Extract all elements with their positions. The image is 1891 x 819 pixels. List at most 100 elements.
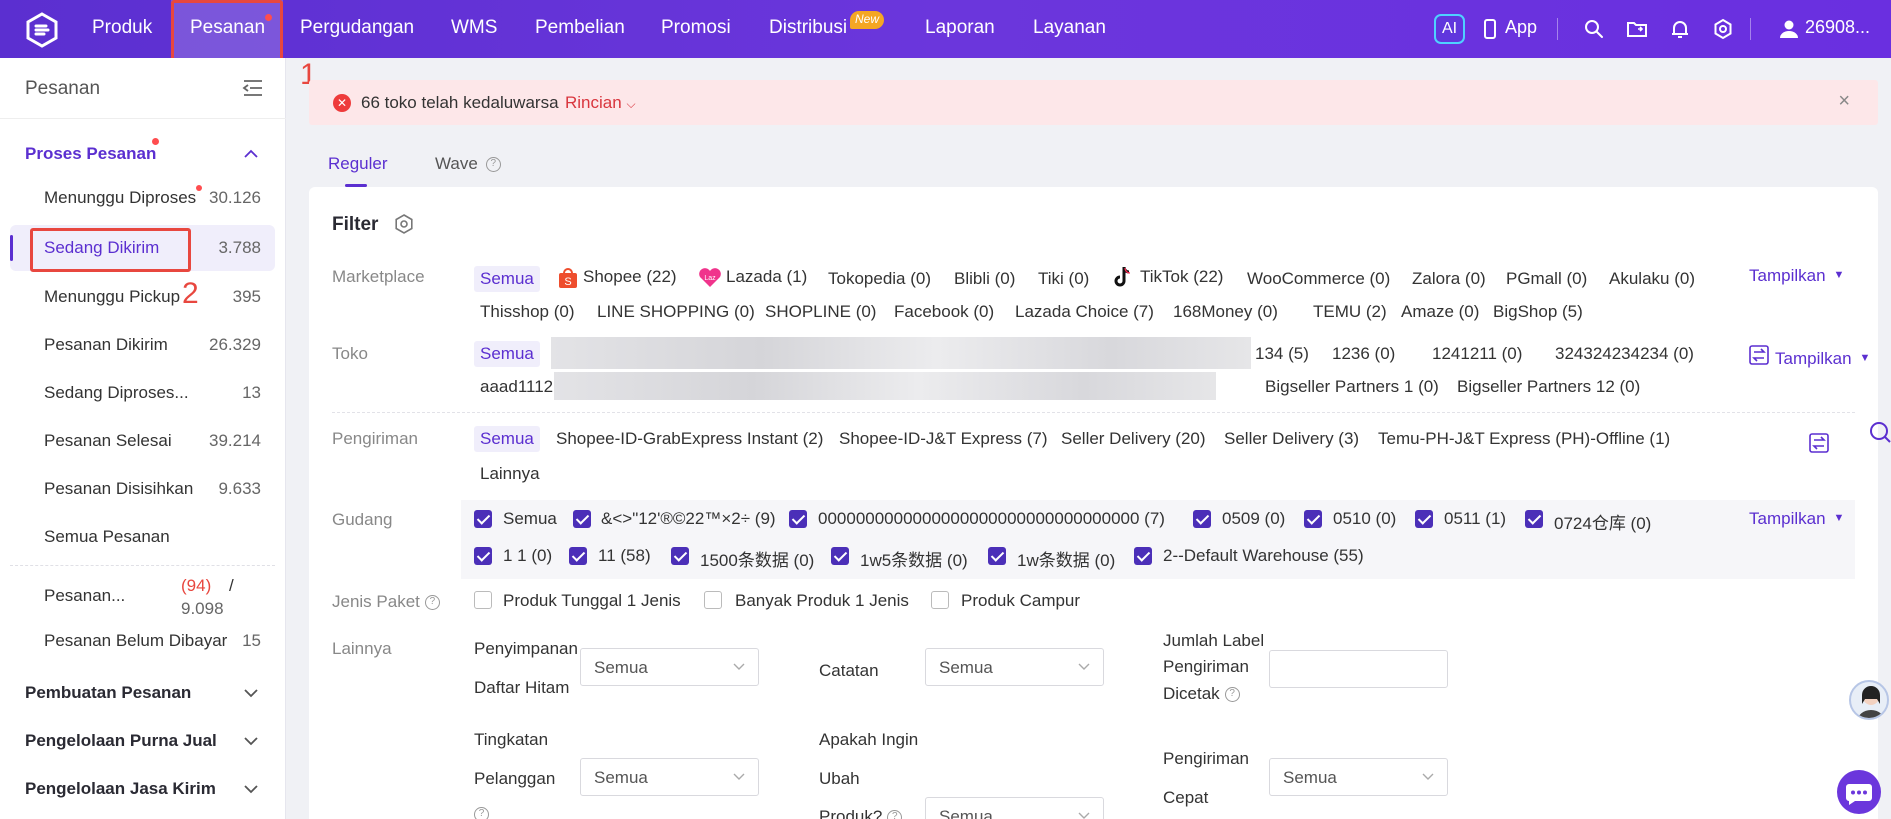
pengiriman-option-lainnya[interactable]: Lainnya — [480, 464, 540, 484]
collapse-menu-icon[interactable] — [242, 78, 264, 98]
ai-button[interactable]: AI — [1434, 14, 1465, 44]
marketplace-show-more[interactable]: Tampilkan ▼ — [1749, 266, 1844, 286]
gudang-checkbox[interactable] — [1415, 510, 1433, 528]
filter-swap-icon[interactable] — [1749, 345, 1769, 365]
help-icon[interactable]: ? — [1224, 687, 1240, 703]
user-avatar-icon[interactable] — [1777, 17, 1801, 41]
sidebar-item-semua-pesanan[interactable]: Semua Pesanan — [10, 514, 275, 560]
toko-option-1236[interactable]: 1236 (0) — [1332, 344, 1395, 364]
toko-option-aaad1112[interactable]: aaad1112 — [480, 377, 553, 397]
pengiriman-option-temu-ph-jt[interactable]: Temu-PH-J&T Express (PH)-Offline (1) — [1378, 429, 1670, 449]
chat-support-button[interactable] — [1837, 770, 1881, 814]
marketplace-option-shopline[interactable]: SHOPLINE (0) — [765, 302, 876, 322]
toko-option-bigseller-partners-1[interactable]: Bigseller Partners 1 (0) — [1265, 377, 1439, 397]
nav-pergudangan[interactable]: Pergudangan — [300, 0, 414, 58]
user-account[interactable]: 26908... — [1805, 17, 1870, 38]
sidebar-group-pembuatan-pesanan[interactable]: Pembuatan Pesanan — [25, 683, 191, 703]
chevron-down-icon[interactable] — [243, 733, 259, 749]
marketplace-option-semua[interactable]: Semua — [474, 266, 540, 292]
sidebar-item-pesanan-selesai[interactable]: Pesanan Selesai 39.214 — [10, 418, 275, 464]
marketplace-option-blibli[interactable]: Blibli (0) — [954, 269, 1015, 289]
filter-settings-icon[interactable] — [393, 213, 415, 235]
marketplace-option-tiktok[interactable]: TikTok (22) — [1140, 267, 1223, 287]
marketplace-option-168money[interactable]: 168Money (0) — [1173, 302, 1278, 322]
jenis-paket-checkbox[interactable] — [474, 591, 492, 609]
nav-layanan[interactable]: Layanan — [1033, 0, 1106, 58]
toko-option-134[interactable]: 134 (5) — [1255, 344, 1309, 364]
catatan-select[interactable]: Semua — [925, 648, 1104, 686]
sidebar-item-pesanan-disisihkan[interactable]: Pesanan Disisihkan 9.633 — [10, 466, 275, 512]
printed-label-count-input[interactable] — [1269, 650, 1448, 688]
help-icon[interactable]: ? — [485, 157, 501, 173]
gudang-checkbox[interactable] — [671, 547, 689, 565]
marketplace-option-line-shopping[interactable]: LINE SHOPPING (0) — [597, 302, 755, 322]
search-icon[interactable] — [1868, 420, 1891, 444]
customer-level-select[interactable]: Semua — [580, 758, 759, 796]
gudang-checkbox[interactable] — [831, 547, 849, 565]
toko-option-1241211[interactable]: 1241211 (0) — [1432, 344, 1522, 364]
marketplace-option-bigshop[interactable]: BigShop (5) — [1493, 302, 1583, 322]
chevron-up-icon[interactable] — [243, 146, 259, 162]
assistant-avatar[interactable] — [1849, 680, 1889, 720]
bell-icon[interactable] — [1668, 17, 1692, 41]
settings-icon[interactable] — [1711, 17, 1735, 41]
sidebar-item-menunggu-pickup[interactable]: Menunggu Pickup 395 — [10, 274, 275, 320]
marketplace-option-akulaku[interactable]: Akulaku (0) — [1609, 269, 1695, 289]
gudang-checkbox[interactable] — [573, 510, 591, 528]
gudang-checkbox[interactable] — [1304, 510, 1322, 528]
bigseller-logo-icon[interactable] — [24, 12, 60, 48]
gudang-checkbox[interactable] — [1134, 547, 1152, 565]
marketplace-option-lazada[interactable]: Lazada (1) — [726, 267, 807, 287]
gudang-checkbox[interactable] — [1525, 510, 1543, 528]
jenis-paket-checkbox[interactable] — [704, 591, 722, 609]
marketplace-option-zalora[interactable]: Zalora (0) — [1412, 269, 1486, 289]
marketplace-option-tiki[interactable]: Tiki (0) — [1038, 269, 1089, 289]
tab-reguler[interactable]: Reguler — [328, 154, 388, 174]
jenis-paket-checkbox[interactable] — [931, 591, 949, 609]
nav-promosi[interactable]: Promosi — [661, 0, 731, 58]
nav-distribusi[interactable]: Distribusi — [769, 0, 847, 58]
nav-produk[interactable]: Produk — [92, 0, 152, 58]
help-icon[interactable]: ? — [474, 807, 489, 819]
marketplace-option-thisshop[interactable]: Thisshop (0) — [480, 302, 574, 322]
pengiriman-option-seller-delivery-3[interactable]: Seller Delivery (3) — [1224, 429, 1359, 449]
sidebar-item-pesanan-belum-dibayar[interactable]: Pesanan Belum Dibayar 15 — [10, 618, 275, 664]
gudang-show-more[interactable]: Tampilkan ▼ — [1749, 509, 1844, 529]
gudang-checkbox[interactable] — [988, 547, 1006, 565]
pengiriman-option-semua[interactable]: Semua — [474, 426, 540, 452]
sidebar-item-sedang-diproses[interactable]: Sedang Diproses... 13 — [10, 370, 275, 416]
pengiriman-option-seller-delivery-20[interactable]: Seller Delivery (20) — [1061, 429, 1206, 449]
marketplace-option-tokopedia[interactable]: Tokopedia (0) — [828, 269, 931, 289]
pengiriman-option-jt-express[interactable]: Shopee-ID-J&T Express (7) — [839, 429, 1047, 449]
change-product-select[interactable]: Semua — [925, 797, 1104, 819]
filter-swap-icon[interactable] — [1809, 433, 1829, 453]
marketplace-option-temu[interactable]: TEMU (2) — [1313, 302, 1387, 322]
sidebar-group-proses-pesanan[interactable]: Proses Pesanan — [25, 144, 156, 164]
gudang-checkbox[interactable] — [474, 547, 492, 565]
gudang-checkbox[interactable] — [569, 547, 587, 565]
gudang-checkbox[interactable] — [789, 510, 807, 528]
search-icon[interactable] — [1582, 17, 1606, 41]
close-icon[interactable]: × — [1838, 90, 1850, 113]
marketplace-option-lazada-choice[interactable]: Lazada Choice (7) — [1015, 302, 1154, 322]
help-icon[interactable]: ? — [424, 595, 440, 611]
app-link[interactable]: App — [1505, 17, 1537, 38]
gudang-checkbox[interactable] — [1193, 510, 1211, 528]
marketplace-option-amaze[interactable]: Amaze (0) — [1401, 302, 1479, 322]
marketplace-option-facebook[interactable]: Facebook (0) — [894, 302, 994, 322]
pengiriman-option-grabexpress[interactable]: Shopee-ID-GrabExpress Instant (2) — [556, 429, 823, 449]
chevron-down-icon[interactable] — [243, 685, 259, 701]
gudang-checkbox-semua[interactable] — [474, 510, 492, 528]
help-icon[interactable]: ? — [887, 810, 903, 819]
chevron-down-icon[interactable] — [243, 781, 259, 797]
folder-sync-icon[interactable] — [1625, 17, 1649, 41]
toko-show-more[interactable]: Tampilkan ▼ — [1775, 349, 1870, 369]
sidebar-group-pengelolaan-jasa-kirim[interactable]: Pengelolaan Jasa Kirim — [25, 779, 216, 799]
toko-option-semua[interactable]: Semua — [474, 341, 540, 367]
sidebar-group-pengelolaan-purna-jual[interactable]: Pengelolaan Purna Jual — [25, 731, 217, 751]
nav-wms[interactable]: WMS — [451, 0, 497, 58]
fast-shipping-select[interactable]: Semua — [1269, 758, 1448, 796]
sidebar-item-pesanan-dikirim[interactable]: Pesanan Dikirim 26.329 — [10, 322, 275, 368]
marketplace-option-woocommerce[interactable]: WooCommerce (0) — [1247, 269, 1390, 289]
mobile-phone-icon[interactable] — [1482, 17, 1498, 41]
